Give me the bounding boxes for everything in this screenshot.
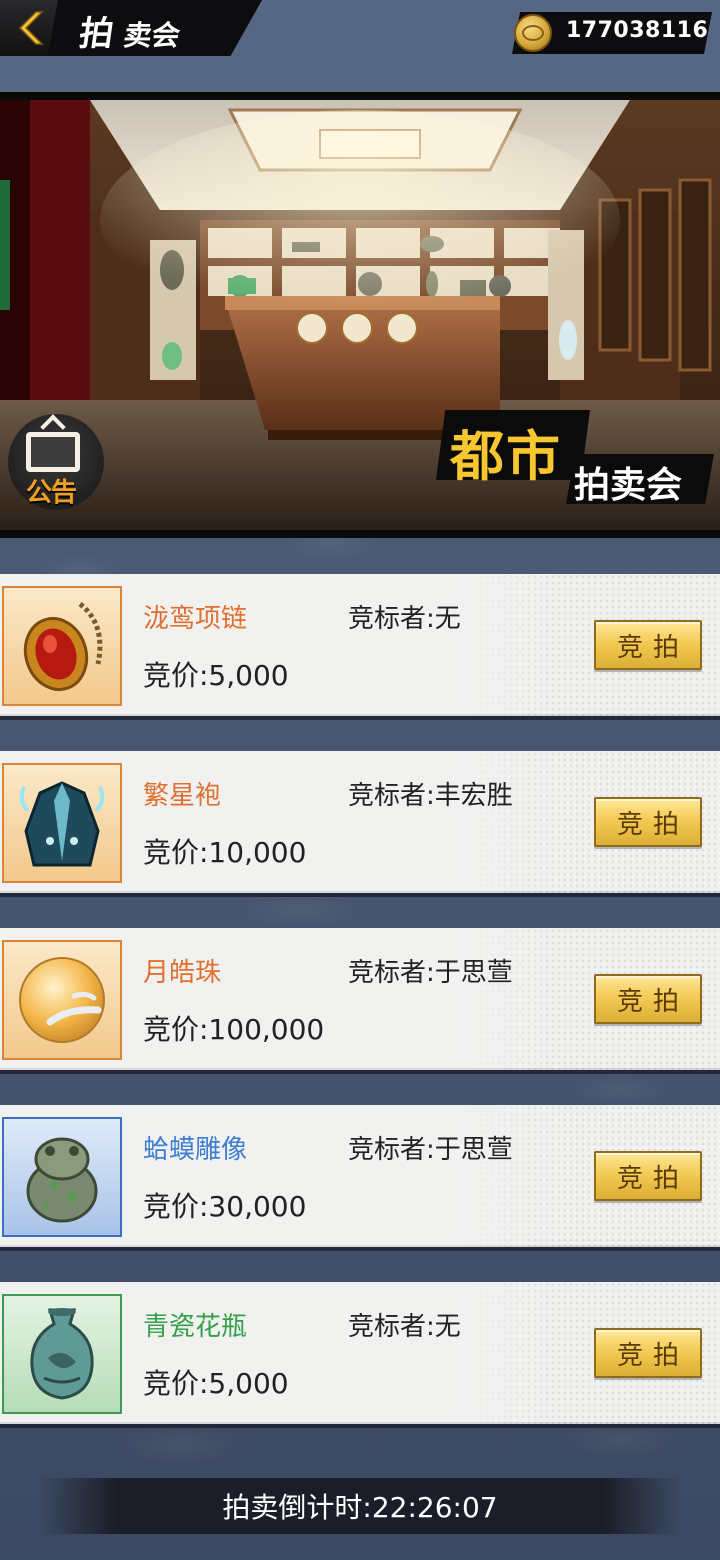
bid-button[interactable]: 竞拍 (594, 974, 702, 1024)
auction-banner: 公告 都市 拍卖会 (0, 92, 720, 538)
item-price: 竞价:100,000 (143, 1013, 325, 1046)
robe-icon (19, 781, 105, 867)
coin-balance: 177038116 (566, 18, 709, 43)
auction-item: 泷鸾项链 竞价:5,000 竞标者:无 竞拍 (0, 574, 720, 720)
coin-icon (514, 14, 552, 52)
countdown-bar: 拍卖倒计时:22:26:07 (40, 1478, 680, 1534)
auction-item: 繁星袍 竞价:10,000 竞标者:丰宏胜 竞拍 (0, 751, 720, 897)
item-name: 繁星袍 (143, 781, 222, 811)
auction-countdown: 拍卖倒计时:22:26:07 (222, 1491, 498, 1524)
auction-item: 蛤蟆雕像 竞价:30,000 竞标者:于思萱 竞拍 (0, 1105, 720, 1251)
item-name: 蛤蟆雕像 (143, 1135, 248, 1165)
item-price: 竞价:30,000 (143, 1190, 307, 1223)
item-thumbnail[interactable] (2, 1117, 122, 1237)
back-arrow-icon (18, 11, 44, 45)
item-name: 青瓷花瓶 (143, 1312, 248, 1342)
auction-item: 青瓷花瓶 竞价:5,000 竞标者:无 竞拍 (0, 1282, 720, 1428)
item-thumbnail[interactable] (2, 586, 122, 706)
top-bar: 拍 卖会 177038116 (0, 0, 720, 90)
pearl-icon (19, 957, 105, 1043)
necklace-icon (23, 602, 103, 691)
item-price: 竞价:5,000 (143, 659, 289, 692)
logo-subtitle: 拍卖会 (574, 465, 683, 506)
item-bidder: 竞标者:丰宏胜 (348, 781, 513, 811)
item-price: 竞价:10,000 (143, 836, 307, 869)
item-thumbnail[interactable] (2, 763, 122, 883)
notice-label: 公告 (26, 478, 77, 508)
toad-statue-icon (26, 1137, 98, 1223)
bid-button[interactable]: 竞拍 (594, 1328, 702, 1378)
bid-button[interactable]: 竞拍 (594, 1151, 702, 1201)
vase-icon (30, 1308, 94, 1400)
page-title-sub: 卖会 (121, 19, 183, 52)
bid-button[interactable]: 竞拍 (594, 620, 702, 670)
auction-item: 月皓珠 竞价:100,000 竞标者:于思萱 竞拍 (0, 928, 720, 1074)
notice-button[interactable]: 公告 (8, 410, 104, 514)
item-thumbnail[interactable] (2, 940, 122, 1060)
notice-board-icon (26, 432, 80, 472)
page-title-main: 拍 (76, 14, 117, 54)
item-name: 月皓珠 (143, 958, 222, 988)
item-bidder: 竞标者:于思萱 (348, 1135, 513, 1165)
item-bidder: 竞标者:无 (348, 1312, 461, 1342)
page-title: 拍 卖会 (77, 6, 182, 54)
item-price: 竞价:5,000 (143, 1367, 289, 1400)
logo-title: 都市 (450, 424, 562, 488)
item-bidder: 竞标者:于思萱 (348, 958, 513, 988)
item-bidder: 竞标者:无 (348, 604, 461, 634)
item-name: 泷鸾项链 (143, 604, 248, 634)
item-thumbnail[interactable] (2, 1294, 122, 1414)
bid-button[interactable]: 竞拍 (594, 797, 702, 847)
